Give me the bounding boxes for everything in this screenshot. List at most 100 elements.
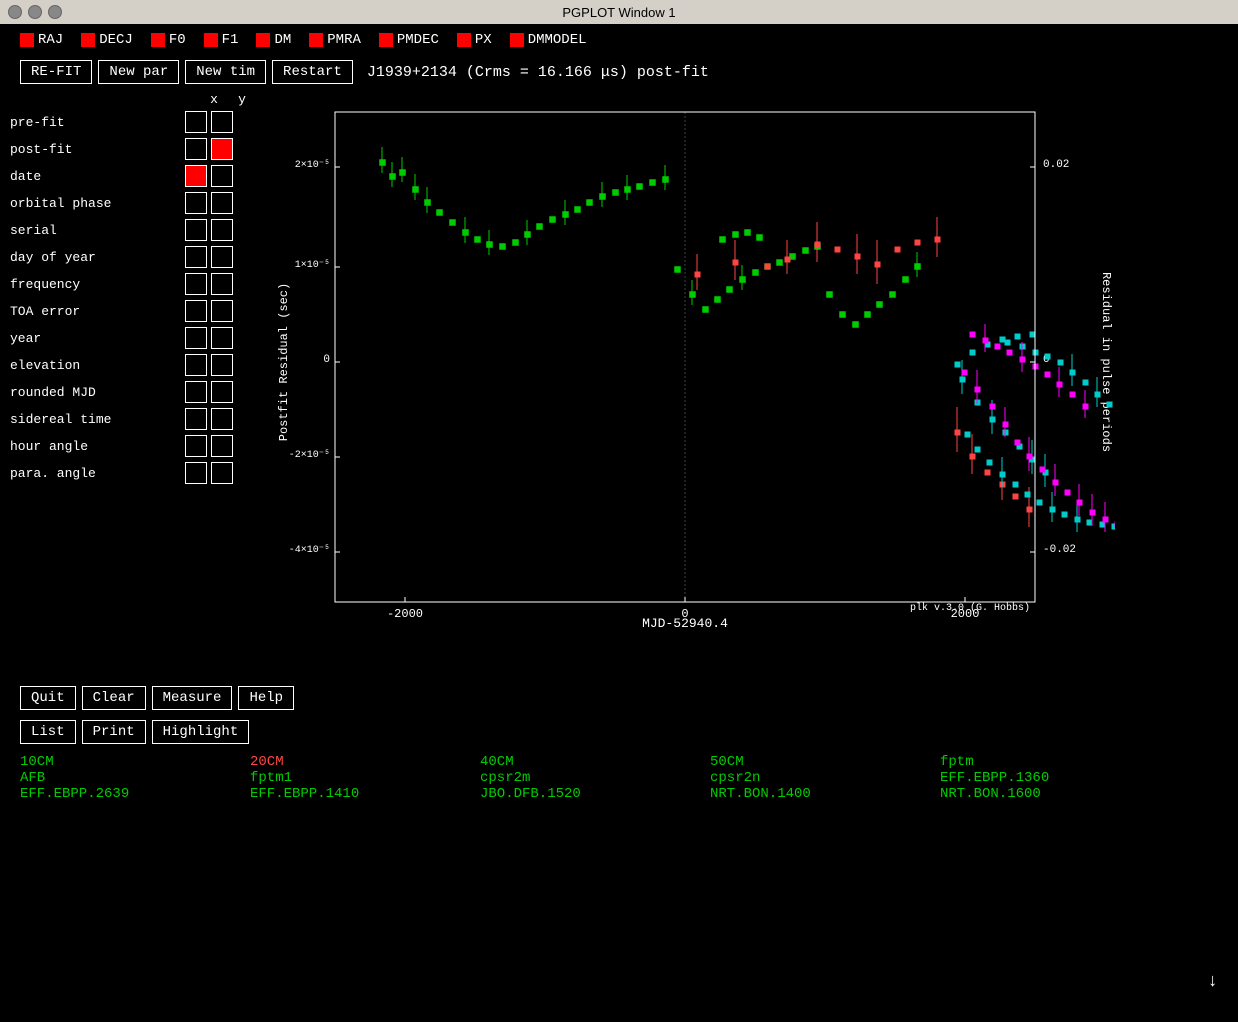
param-label-dmmodel: DMMODEL bbox=[528, 32, 587, 48]
checkbox-x-9[interactable] bbox=[185, 354, 207, 376]
row-item-12: hour angle bbox=[10, 433, 265, 459]
print-button[interactable]: Print bbox=[82, 720, 146, 744]
checkbox-x-2[interactable] bbox=[185, 165, 207, 187]
row-name-11: sidereal time bbox=[10, 412, 185, 427]
param-item-dm[interactable]: DM bbox=[256, 32, 291, 48]
row-item-5: day of year bbox=[10, 244, 265, 270]
param-item-raj[interactable]: RAJ bbox=[20, 32, 63, 48]
toolbar-row: RE-FIT New par New tim Restart J1939+213… bbox=[0, 56, 1238, 88]
param-label-pmdec: PMDEC bbox=[397, 32, 439, 48]
param-item-pmra[interactable]: PMRA bbox=[309, 32, 361, 48]
row-name-0: pre-fit bbox=[10, 115, 185, 130]
legend-eff2639: EFF.EBPP.2639 bbox=[20, 786, 250, 802]
param-label-decj: DECJ bbox=[99, 32, 133, 48]
param-square-px bbox=[457, 33, 471, 47]
svg-text:2×10⁻⁵: 2×10⁻⁵ bbox=[295, 160, 330, 171]
checkbox-y-11[interactable] bbox=[211, 408, 233, 430]
list-button[interactable]: List bbox=[20, 720, 76, 744]
param-label-px: PX bbox=[475, 32, 492, 48]
newpar-button[interactable]: New par bbox=[98, 60, 179, 84]
checkbox-x-12[interactable] bbox=[185, 435, 207, 457]
refit-button[interactable]: RE-FIT bbox=[20, 60, 92, 84]
svg-text:-2×10⁻⁵: -2×10⁻⁵ bbox=[289, 450, 330, 461]
checkbox-y-6[interactable] bbox=[211, 273, 233, 295]
row-name-8: year bbox=[10, 331, 185, 346]
row-name-9: elevation bbox=[10, 358, 185, 373]
minimize-icon[interactable] bbox=[28, 5, 42, 19]
row-item-3: orbital phase bbox=[10, 190, 265, 216]
checkbox-group-1 bbox=[185, 138, 233, 160]
param-item-pmdec[interactable]: PMDEC bbox=[379, 32, 439, 48]
row-item-13: para. angle bbox=[10, 460, 265, 486]
quit-button[interactable]: Quit bbox=[20, 686, 76, 710]
checkbox-x-13[interactable] bbox=[185, 462, 207, 484]
checkbox-x-4[interactable] bbox=[185, 219, 207, 241]
svg-text:plk v.3.0 (G. Hobbs): plk v.3.0 (G. Hobbs) bbox=[910, 602, 1030, 614]
checkbox-group-6 bbox=[185, 273, 233, 295]
checkbox-x-6[interactable] bbox=[185, 273, 207, 295]
legend-eff1360: EFF.EBPP.1360 bbox=[940, 770, 1170, 786]
checkbox-y-8[interactable] bbox=[211, 327, 233, 349]
row-name-6: frequency bbox=[10, 277, 185, 292]
checkbox-x-7[interactable] bbox=[185, 300, 207, 322]
checkbox-y-10[interactable] bbox=[211, 381, 233, 403]
checkbox-x-11[interactable] bbox=[185, 408, 207, 430]
row-item-7: TOA error bbox=[10, 298, 265, 324]
close-icon[interactable] bbox=[8, 5, 22, 19]
clear-button[interactable]: Clear bbox=[82, 686, 146, 710]
checkbox-y-2[interactable] bbox=[211, 165, 233, 187]
param-item-f1[interactable]: F1 bbox=[204, 32, 239, 48]
legend-fptm1: fptm1 bbox=[250, 770, 480, 786]
checkbox-x-8[interactable] bbox=[185, 327, 207, 349]
bottom-buttons-row2: ListPrintHighlight bbox=[0, 718, 1238, 746]
row-item-1: post-fit bbox=[10, 136, 265, 162]
window-title: PGPLOT Window 1 bbox=[562, 5, 675, 20]
checkbox-group-13 bbox=[185, 462, 233, 484]
param-item-px[interactable]: PX bbox=[457, 32, 492, 48]
checkbox-y-13[interactable] bbox=[211, 462, 233, 484]
svg-text:0: 0 bbox=[681, 607, 688, 621]
checkbox-y-3[interactable] bbox=[211, 192, 233, 214]
checkbox-y-5[interactable] bbox=[211, 246, 233, 268]
checkbox-x-3[interactable] bbox=[185, 192, 207, 214]
checkbox-x-1[interactable] bbox=[185, 138, 207, 160]
row-item-4: serial bbox=[10, 217, 265, 243]
legend-row: 10CM AFB EFF.EBPP.2639 20CM fptm1 EFF.EB… bbox=[0, 746, 1238, 806]
checkbox-x-5[interactable] bbox=[185, 246, 207, 268]
row-item-6: frequency bbox=[10, 271, 265, 297]
param-square-pmra bbox=[309, 33, 323, 47]
restart-button[interactable]: Restart bbox=[272, 60, 353, 84]
param-item-decj[interactable]: DECJ bbox=[81, 32, 133, 48]
maximize-icon[interactable] bbox=[48, 5, 62, 19]
scroll-indicator: ↓ bbox=[1207, 972, 1218, 992]
row-item-2: date bbox=[10, 163, 265, 189]
highlight-button[interactable]: Highlight bbox=[152, 720, 250, 744]
svg-text:0.02: 0.02 bbox=[1043, 159, 1069, 171]
row-item-9: elevation bbox=[10, 352, 265, 378]
row-name-5: day of year bbox=[10, 250, 185, 265]
checkbox-x-0[interactable] bbox=[185, 111, 207, 133]
param-item-dmmodel[interactable]: DMMODEL bbox=[510, 32, 587, 48]
checkbox-y-0[interactable] bbox=[211, 111, 233, 133]
checkbox-y-7[interactable] bbox=[211, 300, 233, 322]
legend-fptm: fptm bbox=[940, 754, 1170, 770]
row-item-8: year bbox=[10, 325, 265, 351]
checkbox-y-12[interactable] bbox=[211, 435, 233, 457]
param-square-pmdec bbox=[379, 33, 393, 47]
row-name-7: TOA error bbox=[10, 304, 185, 319]
legend-eff1410: EFF.EBPP.1410 bbox=[250, 786, 480, 802]
checkbox-y-1[interactable] bbox=[211, 138, 233, 160]
newtim-button[interactable]: New tim bbox=[185, 60, 266, 84]
param-item-f0[interactable]: F0 bbox=[151, 32, 186, 48]
plot-svg: Postfit Residual (sec) Residual in pulse… bbox=[275, 92, 1115, 632]
help-button[interactable]: Help bbox=[238, 686, 294, 710]
legend-10cm: 10CM bbox=[20, 754, 250, 770]
param-square-decj bbox=[81, 33, 95, 47]
param-label-pmra: PMRA bbox=[327, 32, 361, 48]
checkbox-y-4[interactable] bbox=[211, 219, 233, 241]
svg-text:0: 0 bbox=[323, 354, 330, 366]
measure-button[interactable]: Measure bbox=[152, 686, 233, 710]
row-name-12: hour angle bbox=[10, 439, 185, 454]
checkbox-y-9[interactable] bbox=[211, 354, 233, 376]
checkbox-x-10[interactable] bbox=[185, 381, 207, 403]
